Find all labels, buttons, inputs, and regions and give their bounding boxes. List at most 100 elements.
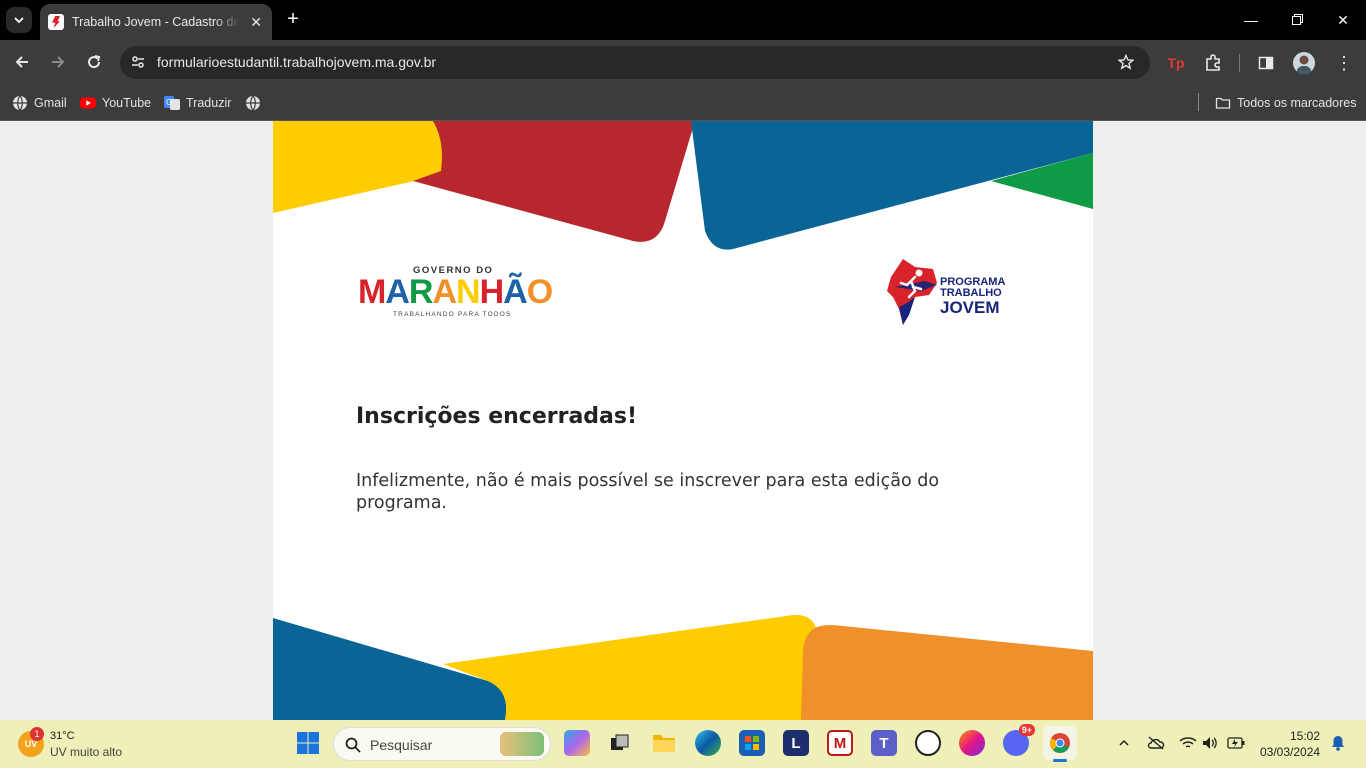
search-highlight-icon	[500, 732, 544, 756]
microsoft-store-icon[interactable]	[739, 730, 765, 756]
closed-message: Infelizmente, não é mais possível se ins…	[356, 471, 940, 513]
logo-letter: M	[358, 273, 386, 311]
onedrive-offline-icon[interactable]	[1147, 734, 1165, 752]
bookmark-youtube[interactable]: YouTube	[80, 93, 151, 113]
globe-icon	[13, 95, 27, 111]
arrow-left-icon	[15, 56, 28, 68]
logo-letter: A	[385, 273, 410, 311]
side-panel-icon[interactable]	[1255, 52, 1277, 74]
page-content: GOVERNO DO MARANHÃO TRABALHANDO PARA TOD…	[273, 121, 1093, 720]
clock-time[interactable]: 15:02	[1290, 729, 1320, 743]
back-button[interactable]	[10, 50, 34, 74]
bookmark-gmail[interactable]: Gmail	[12, 93, 67, 113]
tab-search-button[interactable]	[6, 7, 32, 33]
weather-description: UV muito alto	[50, 745, 123, 759]
bookmark-globe[interactable]	[245, 93, 267, 113]
chrome-icon	[1049, 733, 1070, 753]
translate-icon: G	[164, 96, 180, 110]
tab-title: Trabalho Jovem - Cadastro de estudantes	[72, 15, 241, 29]
bookmark-traduzir[interactable]: G Traduzir	[164, 93, 231, 113]
browser-toolbar: formularioestudantil.trabalhojovem.ma.go…	[0, 40, 1366, 85]
logo-main-text: MARANHÃO	[358, 273, 553, 312]
restore-icon	[1291, 14, 1303, 25]
governo-maranhao-logo: GOVERNO DO MARANHÃO TRABALHANDO PARA TOD…	[358, 265, 553, 321]
soccer-app-icon[interactable]	[915, 730, 941, 756]
volume-icon[interactable]	[1201, 734, 1219, 752]
youtube-icon	[80, 97, 96, 109]
programa-trabalho-jovem-logo: PROGRAMA TRABALHO JOVEM	[885, 257, 1015, 329]
close-tab-icon[interactable]: ✕	[248, 14, 264, 31]
bookmark-star-icon[interactable]	[1116, 52, 1136, 72]
reload-button[interactable]	[82, 50, 106, 74]
toolbar-divider	[1239, 54, 1240, 72]
search-icon	[345, 737, 361, 753]
new-tab-button[interactable]: +	[282, 8, 304, 30]
logo-text-block: PROGRAMA TRABALHO JOVEM	[940, 276, 1006, 317]
all-bookmarks-label: Todos os marcadores	[1237, 96, 1357, 110]
bookmarks-divider	[1198, 93, 1199, 111]
weather-temperature: 31°C	[50, 730, 75, 742]
logo-letter: O	[526, 273, 553, 311]
clock-date[interactable]: 03/03/2024	[1260, 745, 1320, 759]
logo-line3: JOVEM	[940, 298, 1000, 317]
search-placeholder: Pesquisar	[370, 737, 433, 753]
windows-taskbar: UV 1 31°C UV muito alto Pesquisar L M T …	[0, 720, 1366, 768]
runner-map-icon	[887, 259, 937, 325]
chevron-down-icon	[14, 17, 24, 24]
weather-widget[interactable]: UV 1 31°C UV muito alto	[16, 727, 156, 762]
close-window-button[interactable]: ✕	[1332, 10, 1354, 30]
logo-letter: Ã	[503, 273, 528, 311]
extensions-puzzle-icon[interactable]	[1202, 52, 1224, 74]
logo-letter: A	[432, 273, 457, 311]
notification-bell-icon[interactable]	[1329, 734, 1347, 752]
mcafee-icon[interactable]: M	[827, 730, 853, 756]
l-app-icon[interactable]: L	[783, 730, 809, 756]
logo-line1: PROGRAMA	[940, 276, 1006, 288]
profile-avatar[interactable]	[1293, 52, 1315, 74]
weather-badge: 1	[30, 727, 44, 741]
task-view-icon[interactable]	[607, 730, 633, 756]
page-title: Inscrições encerradas!	[356, 404, 638, 429]
edge-browser-icon[interactable]	[695, 730, 721, 756]
teams-icon[interactable]: T	[871, 730, 897, 756]
bookmark-label: YouTube	[102, 96, 152, 110]
address-bar[interactable]: formularioestudantil.trabalhojovem.ma.go…	[120, 46, 1150, 79]
discord-badge: 9+	[1018, 724, 1035, 736]
svg-text:G: G	[166, 98, 172, 107]
copilot-icon[interactable]	[564, 730, 590, 756]
all-bookmarks-folder[interactable]: Todos os marcadores	[1215, 93, 1357, 113]
minimize-button[interactable]: —	[1240, 10, 1262, 30]
bookmarks-bar: Gmail YouTube G Traduzir Todos os marcad…	[0, 85, 1366, 121]
arrow-right-icon	[52, 56, 65, 68]
menu-kebab-icon[interactable]: ⋮	[1333, 52, 1355, 74]
start-button[interactable]	[295, 730, 321, 756]
bottom-orange-shape	[801, 625, 1093, 720]
file-explorer-icon[interactable]	[651, 730, 677, 756]
chevron-up-icon[interactable]	[1115, 734, 1133, 752]
site-favicon-icon	[48, 14, 64, 30]
logo-letter: H	[479, 273, 505, 311]
battery-icon[interactable]	[1227, 734, 1245, 752]
discord-icon[interactable]: 9+	[1003, 724, 1035, 756]
site-settings-icon[interactable]	[128, 52, 148, 72]
firefox-icon[interactable]	[959, 730, 985, 756]
chrome-active-app[interactable]	[1043, 726, 1077, 762]
wifi-icon[interactable]	[1179, 734, 1197, 752]
forward-button[interactable]	[46, 50, 70, 74]
folder-icon	[1215, 97, 1231, 109]
logo-main-word: MARANHÃO	[358, 273, 553, 311]
restore-button[interactable]	[1286, 10, 1308, 30]
logo-line2: TRABALHO	[940, 287, 1002, 299]
tp-extension-icon[interactable]: Tp	[1165, 52, 1187, 74]
reload-icon	[88, 55, 101, 69]
taskbar-search-box[interactable]: Pesquisar	[333, 727, 551, 761]
windows-logo-icon	[297, 732, 319, 754]
top-red-shape	[413, 121, 695, 242]
url-text: formularioestudantil.trabalhojovem.ma.go…	[157, 54, 437, 70]
bookmark-label: Gmail	[34, 96, 67, 110]
browser-titlebar: Trabalho Jovem - Cadastro de estudantes …	[0, 0, 1366, 40]
logo-letter: R	[408, 273, 434, 311]
active-tab[interactable]: Trabalho Jovem - Cadastro de estudantes …	[40, 4, 272, 40]
logo-bottom-text: TRABALHANDO PARA TODOS	[393, 311, 512, 318]
logo-letter: N	[456, 273, 481, 311]
